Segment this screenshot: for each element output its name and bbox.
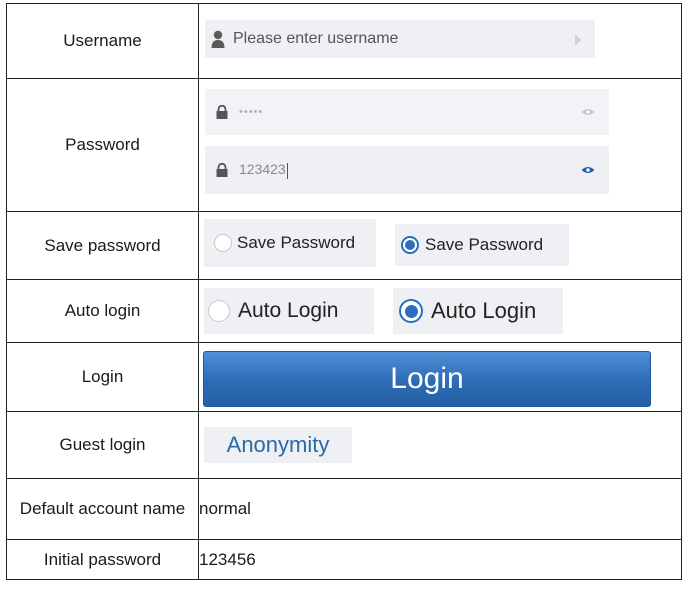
save-password-radio-unchecked[interactable]: Save Password: [204, 219, 376, 267]
username-placeholder: Please enter username: [233, 30, 399, 47]
row-value: Please enter username: [198, 3, 682, 79]
save-password-text: Save Password: [237, 233, 356, 252]
radio-on-icon: [399, 299, 423, 323]
username-input[interactable]: Please enter username: [205, 20, 595, 58]
row-value: ••••• 123423: [198, 78, 682, 212]
lock-icon: [216, 163, 228, 177]
save-password-text: Save Password: [425, 235, 544, 254]
row-label: Password: [6, 78, 199, 212]
row-value: Anonymity: [198, 411, 682, 479]
row-username: Username Please enter username: [6, 3, 682, 79]
row-auto-login: Auto login Auto Login Auto Login: [6, 279, 682, 343]
row-login: Login Login: [6, 342, 682, 412]
row-guest-login: Guest login Anonymity: [6, 411, 682, 479]
lock-icon: [216, 105, 228, 119]
password-value: 123423: [239, 161, 288, 179]
password-text: 123423: [239, 161, 286, 178]
eye-icon[interactable]: [581, 166, 595, 174]
default-account-value: normal: [198, 478, 682, 540]
radio-on-icon: [401, 236, 419, 254]
row-value: Login: [198, 342, 682, 412]
auto-login-text: Auto Login: [431, 298, 537, 323]
row-initial-password: Initial password 123456: [6, 539, 682, 580]
login-button[interactable]: Login: [203, 351, 651, 407]
row-value: Auto Login Auto Login: [198, 279, 682, 343]
row-label: Username: [6, 3, 199, 79]
auto-login-radio-checked[interactable]: Auto Login: [393, 288, 563, 334]
row-label: Save password: [6, 211, 199, 280]
initial-password-value: 123456: [198, 539, 682, 580]
row-save-password: Save password Save Password Save Passwor…: [6, 211, 682, 280]
row-value: Save Password Save Password: [198, 211, 682, 280]
password-mask: •••••: [239, 106, 264, 118]
row-label: Initial password: [6, 539, 199, 580]
eye-icon[interactable]: [581, 108, 595, 116]
password-input-masked[interactable]: •••••: [205, 89, 609, 135]
row-label: Default account name: [6, 478, 199, 540]
auto-login-radio-unchecked[interactable]: Auto Login: [204, 288, 374, 334]
password-input-revealed[interactable]: 123423: [205, 146, 609, 194]
auto-login-text: Auto Login: [238, 299, 339, 322]
arrow-right-icon[interactable]: [575, 34, 581, 46]
row-default-account: Default account name normal: [6, 478, 682, 540]
login-spec-table: Username Please enter username Password …: [6, 3, 682, 580]
radio-off-icon: [214, 234, 232, 252]
radio-off-icon: [208, 300, 230, 322]
row-label: Login: [6, 342, 199, 412]
row-label: Guest login: [6, 411, 199, 479]
anonymity-button[interactable]: Anonymity: [204, 427, 352, 463]
user-icon: [211, 30, 225, 48]
text-caret: [286, 162, 288, 179]
row-label: Auto login: [6, 279, 199, 343]
row-password: Password ••••• 123423: [6, 78, 682, 212]
save-password-radio-checked[interactable]: Save Password: [395, 224, 569, 266]
